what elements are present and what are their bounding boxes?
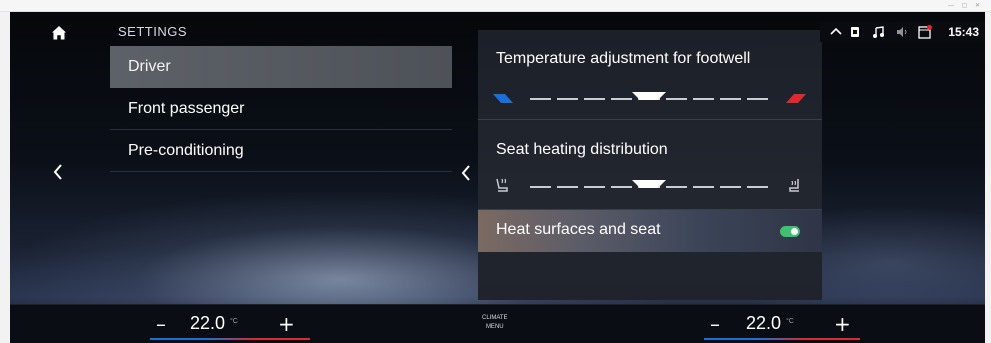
calendar-icon (918, 25, 932, 39)
left-temp-unit: °C (230, 318, 238, 325)
panel-back-chevron-icon[interactable] (459, 162, 473, 184)
right-temp-minus-button[interactable]: – (710, 312, 720, 336)
settings-menu: Driver Front passenger Pre-conditioning (110, 46, 452, 172)
seat-climate-panel: Temperature adjustment for footwell Seat… (478, 30, 822, 300)
status-bar: 15:43 (820, 22, 985, 42)
right-temp-control: – 22.0 °C + (700, 305, 860, 343)
slider-dash (584, 98, 606, 100)
window-controls[interactable]: — ▢ ✕ (948, 2, 983, 9)
slider-dash (611, 98, 633, 100)
left-temp-control: – 22.0 °C + (150, 305, 310, 343)
climate-menu-line2: MENU (485, 324, 504, 330)
right-temp-indicator (704, 338, 860, 340)
music-note-icon (873, 26, 884, 38)
slider-dash (611, 186, 633, 188)
right-temp-value: 22.0 (746, 313, 782, 333)
slider-dash (719, 186, 741, 188)
slider-dash (557, 98, 579, 100)
left-temp-indicator (150, 338, 310, 340)
slider-dash (746, 186, 768, 188)
footwell-title: Temperature adjustment for footwell (496, 50, 751, 67)
slider-dash (665, 98, 687, 100)
slider-dash (746, 98, 768, 100)
chevron-up-icon[interactable] (830, 25, 842, 39)
left-temp-plus-button[interactable]: + (278, 312, 295, 336)
climate-menu-line1: CLIMATE (482, 315, 508, 321)
heat-surfaces-toggle[interactable] (780, 226, 800, 237)
menu-item-pre-conditioning[interactable]: Pre-conditioning (110, 130, 452, 172)
settings-heading: SETTINGS (118, 24, 188, 39)
distribution-slider-knob[interactable] (632, 180, 666, 188)
footwell-slider-knob[interactable] (632, 92, 666, 100)
right-temp-unit: °C (786, 318, 794, 325)
volume-icon (897, 27, 907, 37)
idrive-screen: SETTINGS Driver Front passenger Pre-cond… (10, 12, 985, 343)
home-icon[interactable] (50, 24, 68, 42)
climate-menu-button[interactable]: CLIMATE MENU (482, 314, 508, 332)
slider-dash (557, 186, 579, 188)
right-temp-plus-button[interactable]: + (834, 312, 851, 336)
heat-surfaces-title: Heat surfaces and seat (496, 221, 661, 238)
distribution-row: Seat heating distribution (478, 120, 822, 210)
clock: 15:43 (948, 25, 979, 39)
toggle-knob (791, 228, 798, 235)
back-chevron-icon[interactable] (50, 160, 66, 184)
sim-icon (851, 27, 859, 37)
left-temp-value: 22.0 (190, 313, 226, 333)
slider-dash (530, 98, 552, 100)
slider-dash (719, 98, 741, 100)
window-title-bar: — ▢ ✕ (0, 0, 991, 12)
slider-dash (692, 98, 714, 100)
footwell-warm-icon (786, 94, 806, 103)
slider-dash (692, 186, 714, 188)
slider-dash (584, 186, 606, 188)
left-temp-minus-button[interactable]: – (156, 312, 166, 336)
climate-bar: – 22.0 °C + CLIMATE MENU – 22.0 °C + (10, 304, 985, 343)
menu-item-front-passenger[interactable]: Front passenger (110, 88, 452, 130)
seat-cushion-heat-icon (789, 179, 799, 192)
footwell-cold-icon (493, 94, 513, 103)
slider-dash (665, 186, 687, 188)
app-window: — ▢ ✕ SETTINGS Driver Front passenger Pr… (0, 0, 991, 343)
footwell-row: Temperature adjustment for footwell (478, 30, 822, 120)
distribution-title: Seat heating distribution (496, 141, 668, 158)
slider-dash (530, 186, 552, 188)
heat-surfaces-row[interactable]: Heat surfaces and seat (478, 210, 822, 252)
menu-item-driver[interactable]: Driver (110, 46, 452, 88)
seat-back-heat-icon (496, 178, 508, 192)
